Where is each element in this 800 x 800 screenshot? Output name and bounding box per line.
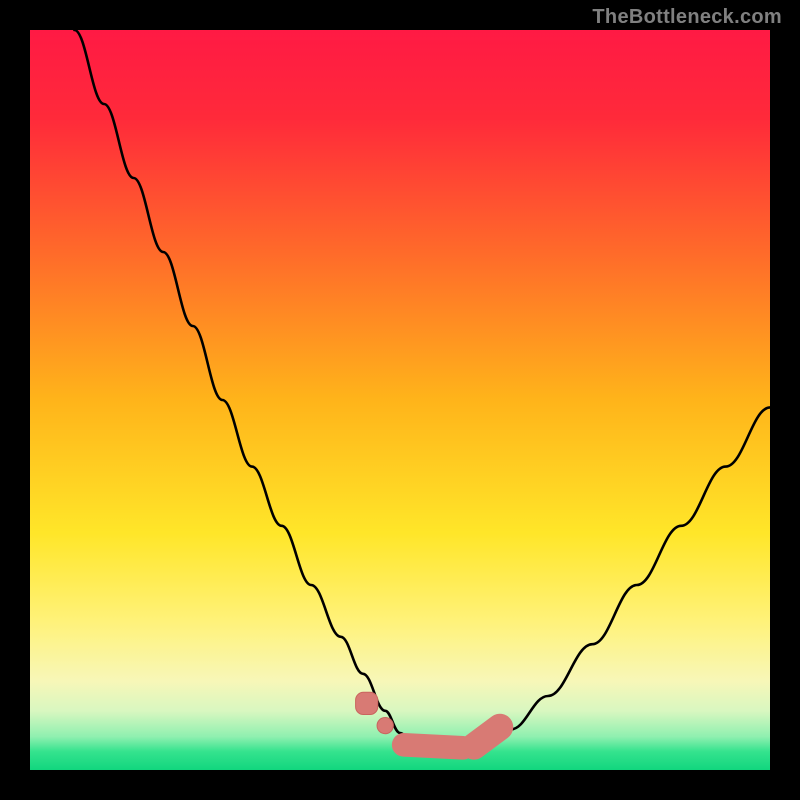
gradient-background [30, 30, 770, 770]
marker-capsule [474, 727, 500, 746]
marker-dot [377, 717, 393, 733]
plot-area [30, 30, 770, 770]
marker-capsule [404, 745, 463, 748]
bottleneck-chart [30, 30, 770, 770]
marker-square [356, 692, 378, 714]
chart-stage: TheBottleneck.com [0, 0, 800, 800]
watermark-text: TheBottleneck.com [592, 6, 782, 29]
